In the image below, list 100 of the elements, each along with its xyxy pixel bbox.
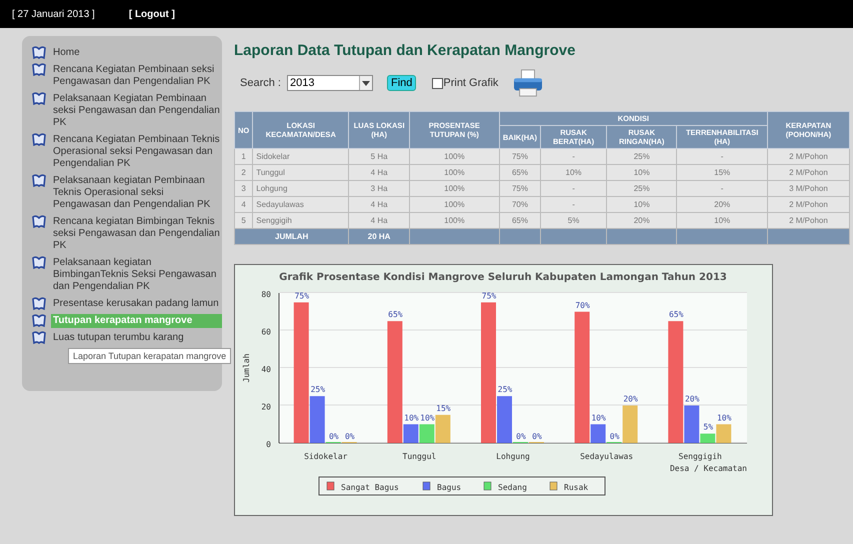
data-label: 75%	[294, 291, 310, 300]
sidebar-item[interactable]: Rencana Kegiatan Pembinaan seksi Pengawasan dan Pengendalian PK	[51, 63, 222, 89]
chart-title: Grafik Prosentase Kondisi Mangrove Seluruh Kabupaten Lamongan Tahun 2013	[279, 272, 727, 283]
y-tick-label: 80	[261, 290, 271, 299]
table-cell: -	[676, 148, 768, 164]
table-cell: Tunggul	[252, 164, 349, 180]
y-tick-label: 0	[266, 440, 271, 449]
sidebar-item[interactable]: Rencana Kegiatan Pembinaan Teknis Operasional seksi Pengawasan dan Pengendalian PK	[51, 133, 222, 171]
book-icon	[32, 46, 46, 59]
y-tick-label: 20	[261, 402, 271, 412]
table-cell: 4 Ha	[348, 212, 410, 228]
data-label: 0%	[516, 432, 526, 441]
table-cell: Sedayulawas	[252, 196, 349, 212]
printer-icon[interactable]	[512, 69, 544, 97]
table-cell: 15%	[676, 164, 768, 180]
sidebar-item[interactable]: Rencana kegiatan Bimbingan Teknis seksi Pengawasan dan Pengendalian PK	[51, 215, 222, 253]
logout-link[interactable]: [ Logout ]	[128, 8, 175, 20]
table-cell: Sidokelar	[252, 148, 349, 164]
page-title: Laporan Data Tutupan dan Kerapatan Mangrove	[234, 42, 576, 59]
table-cell: 5	[234, 212, 253, 228]
table-cell: 100%	[409, 148, 500, 164]
table-cell: Senggigih	[252, 212, 349, 228]
caret-icon	[362, 80, 370, 86]
table-cell: 4	[234, 196, 253, 212]
x-tick-label: Senggigih	[678, 452, 722, 461]
table-cell: 75%	[499, 148, 541, 164]
data-label: 10%	[591, 413, 606, 422]
data-label: 65%	[668, 310, 684, 320]
data-label: 70%	[575, 300, 590, 310]
table-cell: 25%	[606, 180, 677, 196]
table-cell: 100%	[409, 164, 500, 180]
book-icon	[32, 174, 46, 187]
table-cell: 20%	[606, 212, 677, 228]
data-label: 25%	[310, 385, 326, 394]
table-cell: 65%	[499, 164, 541, 180]
y-axis-label: Jumlah	[242, 354, 251, 382]
table-cell: 10%	[676, 212, 768, 228]
print-checkbox[interactable]	[432, 78, 444, 88]
table-cell: 10%	[606, 196, 677, 212]
y-tick-label: 60	[261, 328, 271, 336]
y-tick-label: 40	[261, 365, 271, 374]
data-label: 20%	[623, 394, 638, 404]
table-cell: -	[676, 180, 768, 196]
data-label: 0%	[328, 432, 339, 441]
table-cell: 100%	[409, 180, 500, 196]
table-cell: 2 M/Pohon	[767, 196, 850, 212]
sidebar-item[interactable]: Pelaksanaan Kegiatan Pembinaan seksi Pengawasan dan Pengendalian PK	[51, 92, 222, 130]
table-cell: -	[540, 196, 607, 212]
data-label: 75%	[482, 291, 496, 300]
sidebar-item[interactable]: Luas tutupan terumbu karang	[51, 331, 222, 345]
table-cell: 4 Ha	[348, 196, 410, 212]
table-cell: 20%	[676, 196, 768, 212]
print-label: Print Grafik	[443, 77, 498, 89]
data-label: 15%	[436, 404, 451, 413]
table-cell: 10%	[606, 164, 677, 180]
sidebar-item[interactable]: Presentase kerusakan padang lamun	[51, 297, 222, 311]
book-icon	[32, 92, 46, 105]
table-cell: 3 M/Pohon	[767, 180, 850, 196]
book-icon	[32, 63, 46, 76]
table-cell: 70%	[499, 196, 541, 212]
sidebar-item[interactable]: Pelaksanaan kegiatan Pembinaan Teknis Operasional seksi Pengawasan dan Pengendalian PK	[51, 174, 222, 212]
data-label: 10%	[420, 413, 435, 422]
sidebar-item[interactable]: Home	[51, 46, 222, 60]
sidebar-item[interactable]: Pelaksanaan kegiatan BimbinganTeknis Seksi Pengawasan dan Pengendalian PK	[51, 256, 222, 294]
x-tick-label: Lohgung	[496, 452, 530, 461]
table-cell: 4 Ha	[348, 164, 410, 180]
data-label: 20%	[684, 394, 700, 404]
book-icon	[32, 215, 46, 228]
book-icon	[32, 331, 46, 344]
book-icon	[32, 314, 46, 327]
legend-label: Bagus	[437, 483, 462, 492]
data-label: 25%	[498, 385, 512, 394]
data-label: 0%	[344, 432, 355, 441]
table-cell: 1	[234, 148, 253, 164]
table-cell: Lohgung	[252, 180, 349, 196]
table-cell: 5 Ha	[348, 148, 410, 164]
table-cell: 65%	[499, 212, 541, 228]
legend-label: Rusak	[564, 483, 588, 492]
table-cell: 5%	[540, 212, 607, 228]
legend-label: Sedang	[498, 483, 527, 492]
search-label: Search :	[240, 77, 281, 89]
data-label: 0%	[532, 432, 542, 441]
x-tick-label: Sidokelar	[304, 452, 348, 461]
book-icon	[32, 297, 46, 310]
table-cell: 3	[234, 180, 253, 196]
total-cell: 20 HA	[348, 228, 410, 244]
data-label: 0%	[610, 432, 620, 441]
table-cell: 2 M/Pohon	[767, 148, 850, 164]
table-cell: 10%	[540, 164, 607, 180]
table-cell: -	[540, 148, 607, 164]
find-button[interactable]: Find	[386, 75, 416, 91]
x-tick-label: Tunggul	[402, 452, 436, 461]
table-cell: 3 Ha	[348, 180, 410, 196]
table-cell: 2 M/Pohon	[767, 164, 850, 180]
table-cell: 2 M/Pohon	[767, 212, 850, 228]
year-dropdown[interactable]: 2013	[286, 75, 373, 91]
book-icon	[32, 256, 46, 269]
table-cell: 2	[234, 164, 253, 180]
book-icon	[32, 133, 46, 146]
data-label: 10%	[716, 413, 732, 422]
